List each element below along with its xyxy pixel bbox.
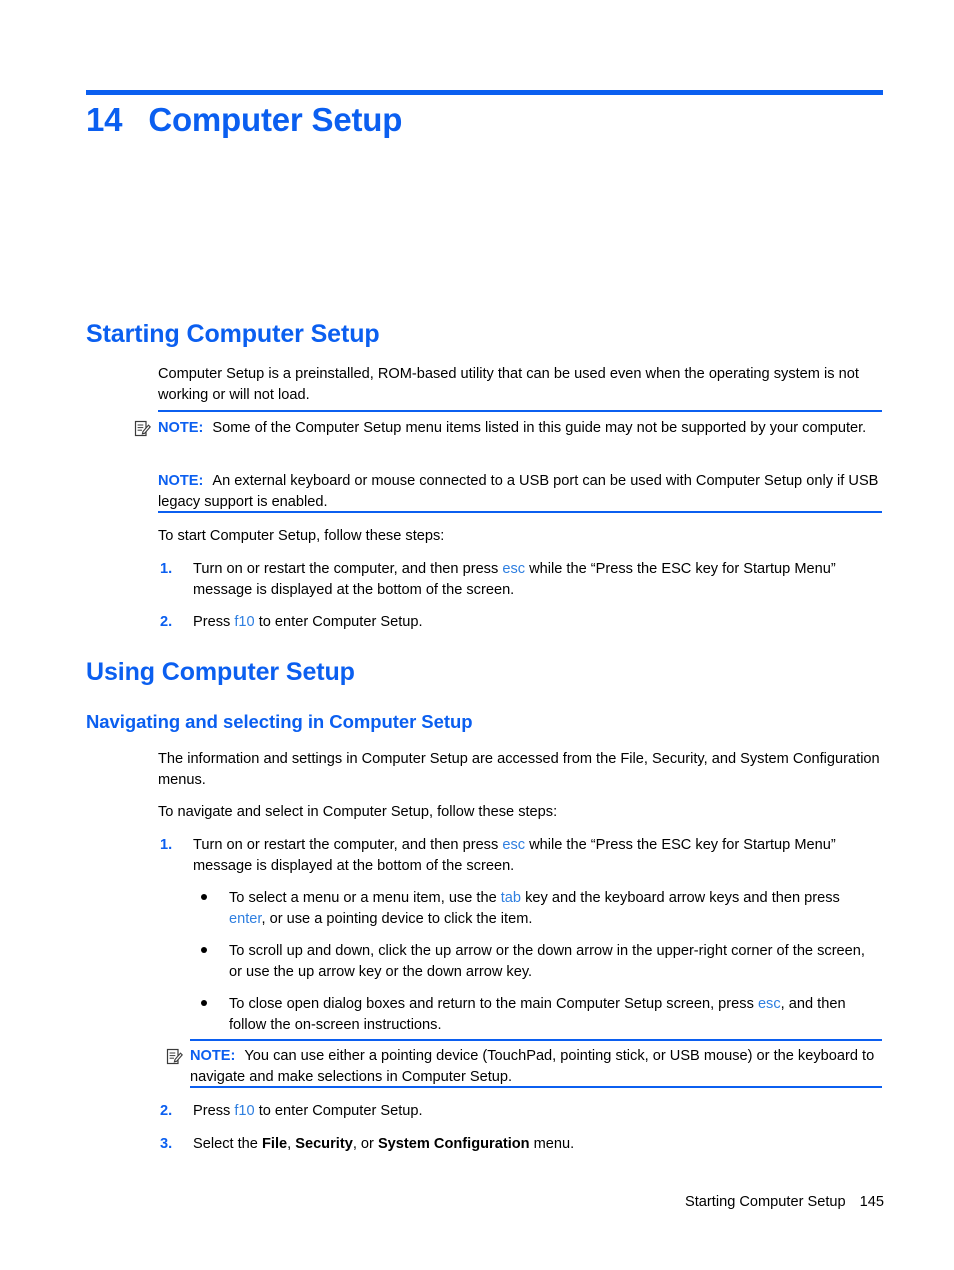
paragraph-starting-intro: Computer Setup is a preinstalled, ROM-ba… <box>158 366 859 403</box>
note-rule-bottom <box>190 1086 882 1088</box>
note-using-1: NOTE: You can use either a pointing devic… <box>190 1046 882 1087</box>
heading-starting-computer-setup: Starting Computer Setup <box>86 320 380 348</box>
note-rule-top <box>190 1039 882 1041</box>
key-name: enter <box>229 910 262 927</box>
key-name: esc <box>502 837 526 853</box>
footer-title: Starting Computer Setup <box>685 1194 846 1210</box>
step-text: Press f10 to enter Computer Setup. <box>193 1103 423 1119</box>
step-text: Press f10 to enter Computer Setup. <box>193 614 423 630</box>
note-text: Some of the Computer Setup menu items li… <box>212 420 867 436</box>
note-starting-2: NOTE: An external keyboard or mouse conne… <box>158 471 882 512</box>
note-text: You can use either a pointing device (To… <box>190 1048 875 1085</box>
heading-using-computer-setup: Using Computer Setup <box>86 658 355 686</box>
footer-page-number: 145 <box>859 1194 884 1210</box>
bullet-text: To scroll up and down, click the up arro… <box>229 943 865 980</box>
chapter-number: 14 <box>86 101 123 138</box>
note-text: An external keyboard or mouse connected … <box>158 473 879 510</box>
bullet-icon <box>201 894 207 900</box>
bullet-text: To select a menu or a menu item, use the… <box>229 890 840 927</box>
note-label: NOTE: <box>190 1048 236 1064</box>
bullet-text: To close open dialog boxes and return to… <box>229 996 846 1033</box>
paragraph-using-leadin: To navigate and select in Computer Setup… <box>158 804 558 820</box>
key-name: f10 <box>234 1103 255 1119</box>
step-number: 2. <box>160 1103 173 1119</box>
key-name: f10 <box>234 614 255 630</box>
chapter-rule <box>86 90 883 95</box>
page-footer: Starting Computer Setup 145 <box>0 1194 884 1210</box>
step-text: Select the File, Security, or System Con… <box>193 1136 575 1152</box>
step-number: 1. <box>160 561 173 577</box>
note-starting-1: NOTE: Some of the Computer Setup menu ite… <box>158 418 882 439</box>
bullet-icon <box>201 1000 207 1006</box>
step-number: 2. <box>160 614 173 630</box>
note-rule-top <box>158 410 882 412</box>
note-rule-bottom <box>158 511 882 513</box>
paragraph-using-intro: The information and settings in Computer… <box>158 751 880 788</box>
step-number: 3. <box>160 1136 173 1152</box>
menu-name: File <box>261 1136 288 1152</box>
key-name: tab <box>500 890 522 906</box>
note-pencil-icon <box>166 1048 183 1065</box>
heading-navigating-selecting: Navigating and selecting in Computer Set… <box>86 711 473 732</box>
chapter-title-text: Computer Setup <box>148 101 403 138</box>
paragraph-starting-leadin: To start Computer Setup, follow these st… <box>158 528 445 544</box>
key-name: esc <box>757 996 781 1012</box>
menu-name: System Configuration <box>377 1136 530 1152</box>
step-text: Turn on or restart the computer, and the… <box>193 561 836 598</box>
note-label: NOTE: <box>158 420 204 436</box>
step-number: 1. <box>160 837 173 853</box>
chapter-title: 14 Computer Setup <box>86 101 402 139</box>
note-label: NOTE: <box>158 473 204 489</box>
key-name: esc <box>502 561 526 577</box>
step-text: Turn on or restart the computer, and the… <box>193 837 836 874</box>
bullet-icon <box>201 947 207 953</box>
menu-name: Security <box>295 1136 353 1152</box>
note-pencil-icon <box>134 420 151 437</box>
document-page: 14 Computer Setup Starting Computer Setup… <box>0 0 954 1270</box>
